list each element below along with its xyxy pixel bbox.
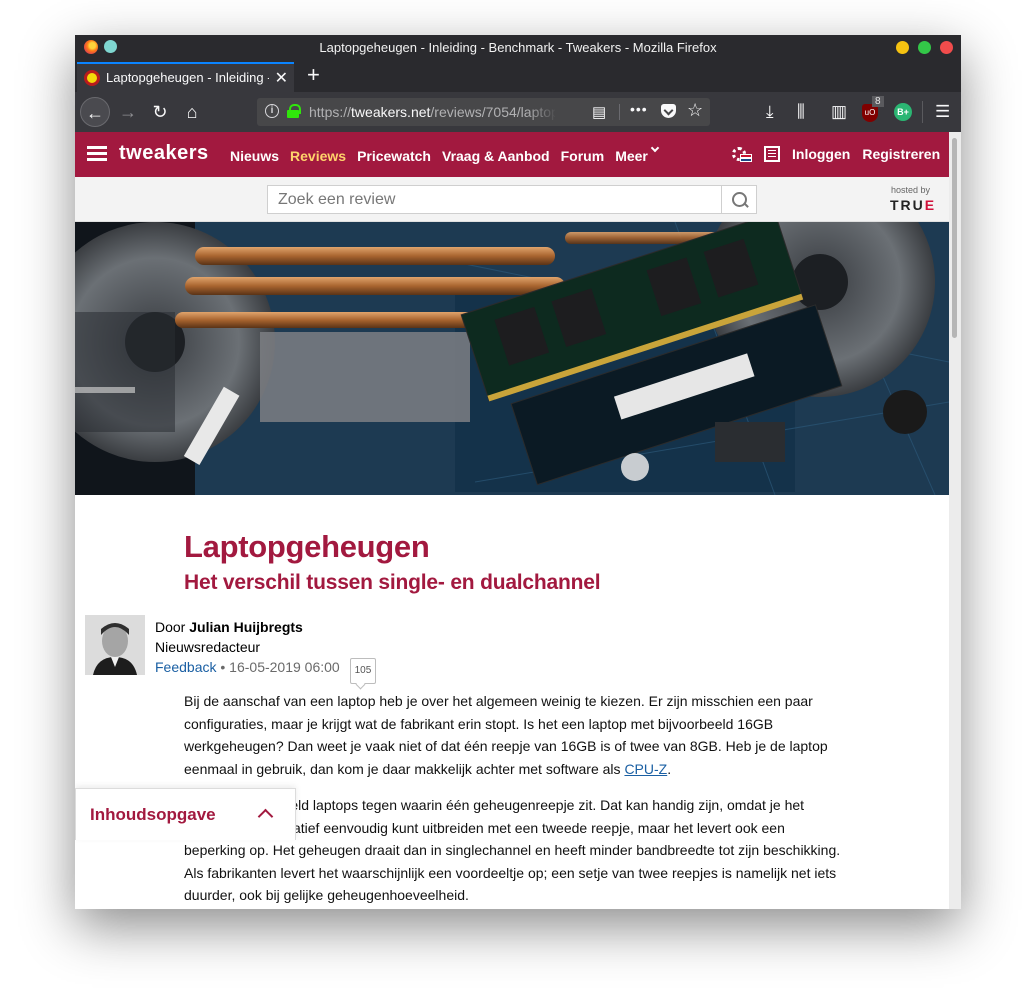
- toc-label: Inhoudsopgave: [90, 805, 216, 824]
- close-window-button[interactable]: [940, 41, 953, 54]
- lock-icon[interactable]: [287, 104, 301, 118]
- byline: Door Julian Huijbregts Nieuwsredacteur F…: [155, 617, 377, 684]
- login-link[interactable]: Inloggen: [792, 146, 850, 162]
- search-icon[interactable]: [721, 185, 757, 214]
- site-logo[interactable]: tweakers: [119, 142, 209, 165]
- ublock-count-badge: 8: [872, 96, 884, 107]
- reload-button[interactable]: ↻: [145, 97, 175, 127]
- language-settings-icon[interactable]: [732, 146, 752, 162]
- forward-button[interactable]: →: [113, 97, 143, 127]
- site-menu-item-meer[interactable]: Meer: [615, 148, 648, 164]
- maximize-button[interactable]: [918, 41, 931, 54]
- tab-close-icon[interactable]: ✕: [275, 68, 288, 88]
- site-menu: Nieuws Reviews Pricewatch Vraag & Aanbod For…: [230, 143, 660, 164]
- site-menu-item-vraag-aanbod[interactable]: Vraag & Aanbod: [442, 148, 550, 164]
- minimize-button[interactable]: [896, 41, 909, 54]
- browser-window: Laptopgeheugen - Inleiding - Benchmark -…: [75, 35, 961, 909]
- comment-count-badge[interactable]: 105: [349, 658, 377, 684]
- article-subtitle: Het verschil tussen single- en dualchann…: [184, 571, 601, 594]
- sidebar-icon[interactable]: ▥: [831, 102, 847, 122]
- site-menu-item-forum[interactable]: Forum: [561, 148, 605, 164]
- pocket-icon[interactable]: [661, 104, 676, 118]
- notes-list-icon[interactable]: [764, 146, 780, 162]
- author-avatar[interactable]: [85, 615, 145, 675]
- url-text[interactable]: https://tweakers.net/reviews/7054/laptop…: [309, 104, 555, 120]
- reader-view-icon[interactable]: ▤: [592, 103, 606, 121]
- publish-date: 16-05-2019 06:00: [229, 659, 340, 675]
- site-menu-icon[interactable]: [87, 146, 107, 161]
- author-name[interactable]: Julian Huijbregts: [189, 619, 303, 635]
- new-tab-icon[interactable]: +: [307, 62, 320, 88]
- nav-toolbar: ← → ↻ ⌂ i https://tweakers.net/reviews/7…: [75, 92, 961, 132]
- site-menu-item-pricewatch[interactable]: Pricewatch: [357, 148, 431, 164]
- home-button[interactable]: ⌂: [177, 97, 207, 127]
- author-role: Nieuwsredacteur: [155, 639, 261, 655]
- article-title: Laptopgeheugen: [184, 529, 430, 564]
- cpu-z-link[interactable]: CPU-Z: [624, 761, 667, 777]
- site-header: tweakers Nieuws Reviews Pricewatch Vraag & …: [75, 132, 949, 177]
- window-title: Laptopgeheugen - Inleiding - Benchmark -…: [319, 40, 717, 55]
- article: Laptopgeheugen Het verschil tussen singl…: [75, 495, 949, 909]
- hosted-by-label: hosted by: [891, 185, 931, 195]
- bplus-extension-icon[interactable]: B+: [894, 103, 912, 121]
- site-menu-item-nieuws[interactable]: Nieuws: [230, 148, 279, 164]
- register-link[interactable]: Registreren: [862, 146, 940, 162]
- page-scrollbar[interactable]: [949, 132, 961, 909]
- title-bar: Laptopgeheugen - Inleiding - Benchmark -…: [75, 35, 961, 60]
- author-prefix: Door: [155, 619, 186, 635]
- article-paragraph-1: Bij de aanschaf van een laptop heb je ov…: [184, 693, 828, 777]
- back-button[interactable]: ←: [80, 97, 110, 127]
- url-bar[interactable]: i https://tweakers.net/reviews/7054/lapt…: [257, 98, 710, 126]
- chevron-up-icon: [257, 808, 274, 825]
- page-actions-icon[interactable]: •••: [630, 101, 648, 117]
- site-info-icon[interactable]: i: [265, 104, 279, 118]
- true-logo[interactable]: TRUE: [890, 197, 936, 213]
- table-of-contents-toggle[interactable]: Inhoudsopgave: [75, 788, 296, 840]
- site-menu-item-reviews[interactable]: Reviews: [290, 148, 346, 164]
- meta-separator: •: [220, 659, 226, 675]
- hamburger-menu-icon[interactable]: ☰: [935, 102, 950, 122]
- tab-title: Laptopgeheugen - Inleiding - Benchmark -…: [106, 70, 269, 85]
- tweakers-favicon-icon: [84, 70, 100, 86]
- chevron-down-icon: [650, 143, 660, 153]
- tab-strip: Laptopgeheugen - Inleiding - Benchmark -…: [75, 60, 961, 92]
- review-search-input[interactable]: Zoek een review: [267, 185, 722, 214]
- hero-image-laptop-motherboard: [75, 222, 949, 495]
- feedback-link[interactable]: Feedback: [155, 659, 216, 675]
- tab-active[interactable]: Laptopgeheugen - Inleiding - Benchmark -…: [77, 62, 294, 92]
- search-row: Zoek een review hosted by TRUE: [75, 177, 949, 222]
- bookmark-star-icon[interactable]: ☆: [687, 100, 703, 121]
- downloads-icon[interactable]: ⤓: [766, 102, 774, 122]
- library-icon[interactable]: ⫼: [797, 102, 805, 122]
